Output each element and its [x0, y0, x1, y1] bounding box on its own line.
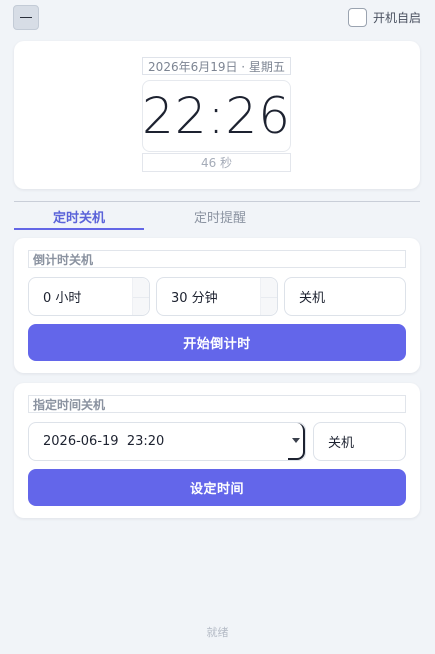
minus-icon	[20, 16, 32, 19]
scheduled-action-select[interactable]: 关机	[313, 422, 406, 461]
tab-shutdown-timer[interactable]: 定时关机	[14, 204, 144, 228]
minimize-button[interactable]	[13, 5, 39, 30]
datetime-picker[interactable]: 2026-06-19 23:20	[28, 422, 306, 461]
hours-spinbox[interactable]: 0 小时	[28, 277, 150, 316]
tabs-divider	[14, 201, 420, 202]
autostart-label: 开机自启	[372, 10, 421, 25]
scheduled-action-value: 关机	[328, 436, 355, 451]
hours-stepper[interactable]	[132, 278, 149, 315]
minutes-spinbox[interactable]: 30 分钟	[156, 277, 278, 316]
datetime-dropdown-button[interactable]	[288, 423, 305, 460]
seconds-display: 46 秒	[142, 153, 291, 172]
minutes-stepper[interactable]	[260, 278, 277, 315]
datetime-value: 2026-06-19 23:20	[43, 434, 165, 449]
minutes-value: 30 分钟	[171, 291, 218, 306]
date-display: 2026年6月19日 · 星期五	[142, 57, 291, 75]
countdown-section-title: 倒计时关机	[28, 250, 406, 268]
countdown-action-value: 关机	[299, 291, 326, 306]
tab-reminder[interactable]: 定时提醒	[155, 204, 285, 228]
scheduled-section-title: 指定时间关机	[28, 395, 406, 413]
autostart-toggle[interactable]: 开机自启	[347, 7, 421, 27]
autostart-checkbox[interactable]	[347, 7, 367, 27]
hours-value: 0 小时	[43, 291, 82, 306]
clock-time: 22:26	[141, 87, 292, 145]
countdown-action-select[interactable]: 关机	[284, 277, 406, 316]
status-text: 就绪	[206, 626, 229, 639]
chevron-down-icon	[291, 438, 300, 443]
start-countdown-button[interactable]: 开始倒计时	[28, 324, 406, 361]
set-time-button[interactable]: 设定时间	[28, 469, 406, 506]
active-tab-indicator	[14, 228, 144, 230]
time-display: 22:26	[142, 80, 291, 152]
